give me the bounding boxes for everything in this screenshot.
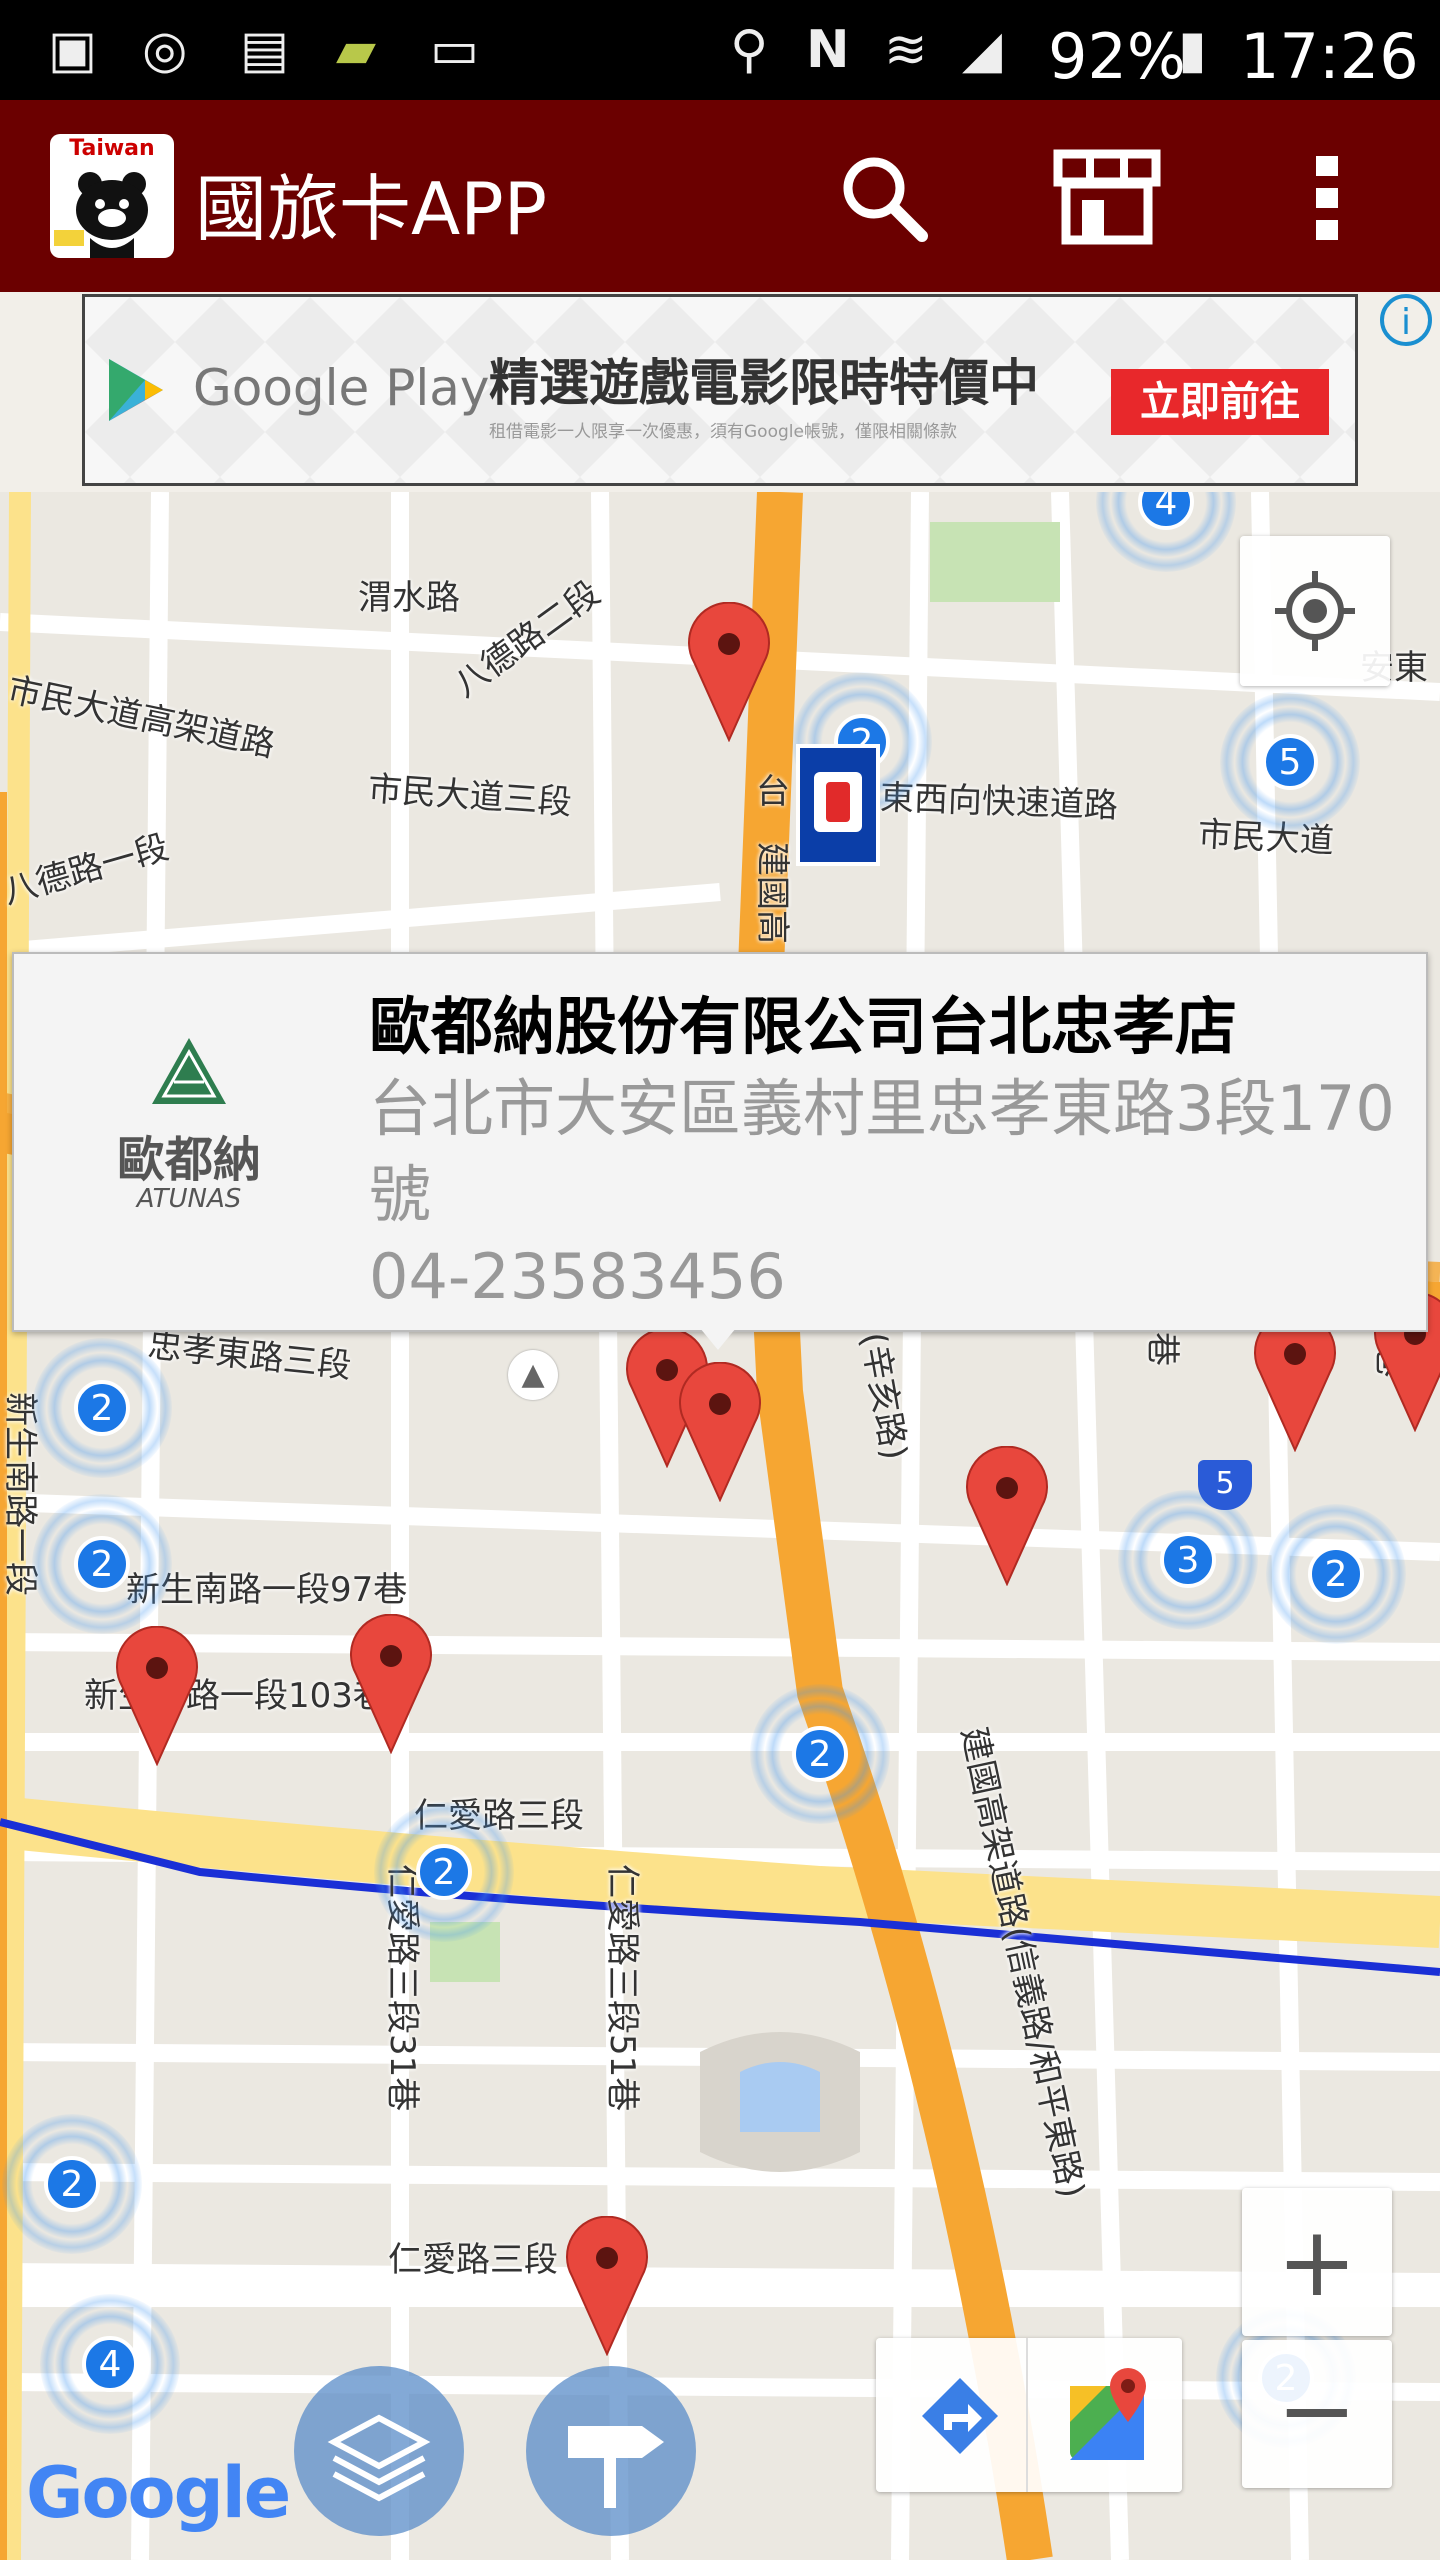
marker-cluster[interactable]: 5 [1220, 692, 1360, 832]
store-info-window[interactable]: 歐都納 ATUNAS 歐都納股份有限公司台北忠孝店 台北市大安區義村里忠孝東路3… [12, 952, 1428, 1332]
location-icon: ⚲ [730, 20, 769, 80]
road-label: 建國高 [752, 842, 792, 944]
signpost-button[interactable] [526, 2366, 696, 2536]
google-play-icon [109, 359, 163, 421]
marker-cluster[interactable]: 2 [750, 1684, 890, 1824]
ad-banner[interactable]: Google Play 精選遊戲電影限時特價中 租借電影一人限享一次優惠，須有G… [82, 294, 1358, 486]
map-pin[interactable] [346, 1614, 436, 1754]
briefcase-icon: ▭ [430, 20, 480, 80]
marker-cluster[interactable]: 2 [374, 1802, 514, 1942]
atunas-mountain-icon [152, 1038, 226, 1104]
my-location-button[interactable] [1240, 536, 1390, 686]
store-logo-sub: ATUNAS [136, 1184, 242, 1214]
ad-fineprint: 租借電影一人限享一次優惠，須有Google帳號，僅限相關條款 [489, 422, 957, 442]
info-window-pointer [700, 1328, 736, 1350]
status-bar: ▣ ◎ ▤ ▰ ▭ ⚲ N ≋ ◢ 92% ▮ 17:26 [0, 0, 1440, 100]
google-logo-text: Google [26, 2452, 291, 2534]
clock: 17:26 [1240, 20, 1419, 93]
nfc-icon: N [806, 20, 850, 80]
store-name: 歐都納股份有限公司台北忠孝店 [369, 990, 1238, 1063]
map-pin[interactable] [1250, 1312, 1340, 1452]
google-logo: Google [26, 2452, 291, 2534]
map-pin[interactable] [962, 1446, 1052, 1586]
my-location-icon [1275, 571, 1355, 651]
map-toolbar [876, 2338, 1182, 2492]
map-pin[interactable] [675, 1362, 765, 1502]
store-logo: 歐都納 ATUNAS [74, 1034, 304, 1234]
store-address: 台北市大安區義村里忠孝東路3段170號 [369, 1072, 1395, 1231]
app-title: 國旅卡APP [195, 167, 548, 251]
marker-cluster[interactable]: 2 [1266, 1504, 1406, 1644]
overflow-menu-icon[interactable] [1312, 152, 1342, 244]
road-label: 台 [756, 772, 790, 812]
zoom-out-button[interactable]: − [1242, 2340, 1392, 2488]
tv-app-icon: ▤ [240, 20, 290, 80]
store-logo-name: 歐都納 [116, 1132, 261, 1188]
app-logo: Taiwan [50, 134, 174, 258]
road-label: 仁愛路三段51巷 [602, 1864, 642, 2112]
sync-icon: ◎ [142, 20, 188, 80]
map-pin[interactable] [112, 1626, 202, 1766]
google-maps-icon[interactable] [1066, 2364, 1156, 2464]
route-shield: 5 [1198, 1460, 1252, 1510]
road-label: 巷 [1142, 1332, 1182, 1366]
marker-cluster[interactable]: 2 [32, 1338, 172, 1478]
marker-cluster[interactable]: 3 [1118, 1490, 1258, 1630]
marker-cluster[interactable]: 2 [2, 2114, 142, 2254]
ad-info-icon[interactable]: i [1380, 294, 1432, 346]
wifi-icon: ≋ [884, 20, 928, 80]
signal-icon: ◢ [962, 20, 1002, 80]
directions-icon[interactable] [918, 2374, 1002, 2458]
battery-percent: 92% [1048, 20, 1186, 93]
layers-button[interactable] [294, 2366, 464, 2536]
marker-cluster[interactable]: 4 [1096, 492, 1236, 572]
ad-headline: 精選遊戲電影限時特價中 [489, 354, 1039, 412]
gas-station-marker[interactable] [796, 744, 880, 866]
map-view[interactable]: 渭水路 八德路二段 市民大道高架道路 市民大道三段 八德路一段 台 東西向快速道… [0, 492, 1440, 2560]
ad-cta-button[interactable]: 立即前往 [1111, 369, 1329, 435]
search-icon[interactable] [838, 152, 928, 242]
store-phone: 04-23583456 [369, 1240, 786, 1313]
battery-charging-icon: ▮ [1178, 20, 1207, 80]
bear-mascot-icon [54, 172, 148, 258]
school-icon: ▲ [508, 1350, 558, 1400]
map-pin[interactable] [684, 602, 774, 742]
layers-icon [327, 2414, 431, 2502]
signpost-icon [568, 2426, 664, 2508]
marker-cluster[interactable]: 2 [32, 1494, 172, 1634]
file-manager-icon: ▰ [336, 20, 376, 80]
road-label: 渭水路 [358, 578, 460, 618]
ad-brand: Google Play [193, 359, 490, 417]
map-pin[interactable] [562, 2216, 652, 2356]
marker-cluster[interactable]: 4 [40, 2294, 180, 2434]
store-icon[interactable] [1052, 148, 1162, 246]
road-label: 仁愛路三段 [388, 2240, 558, 2280]
gallery-icon: ▣ [48, 20, 98, 80]
zoom-in-button[interactable]: + [1242, 2188, 1392, 2336]
